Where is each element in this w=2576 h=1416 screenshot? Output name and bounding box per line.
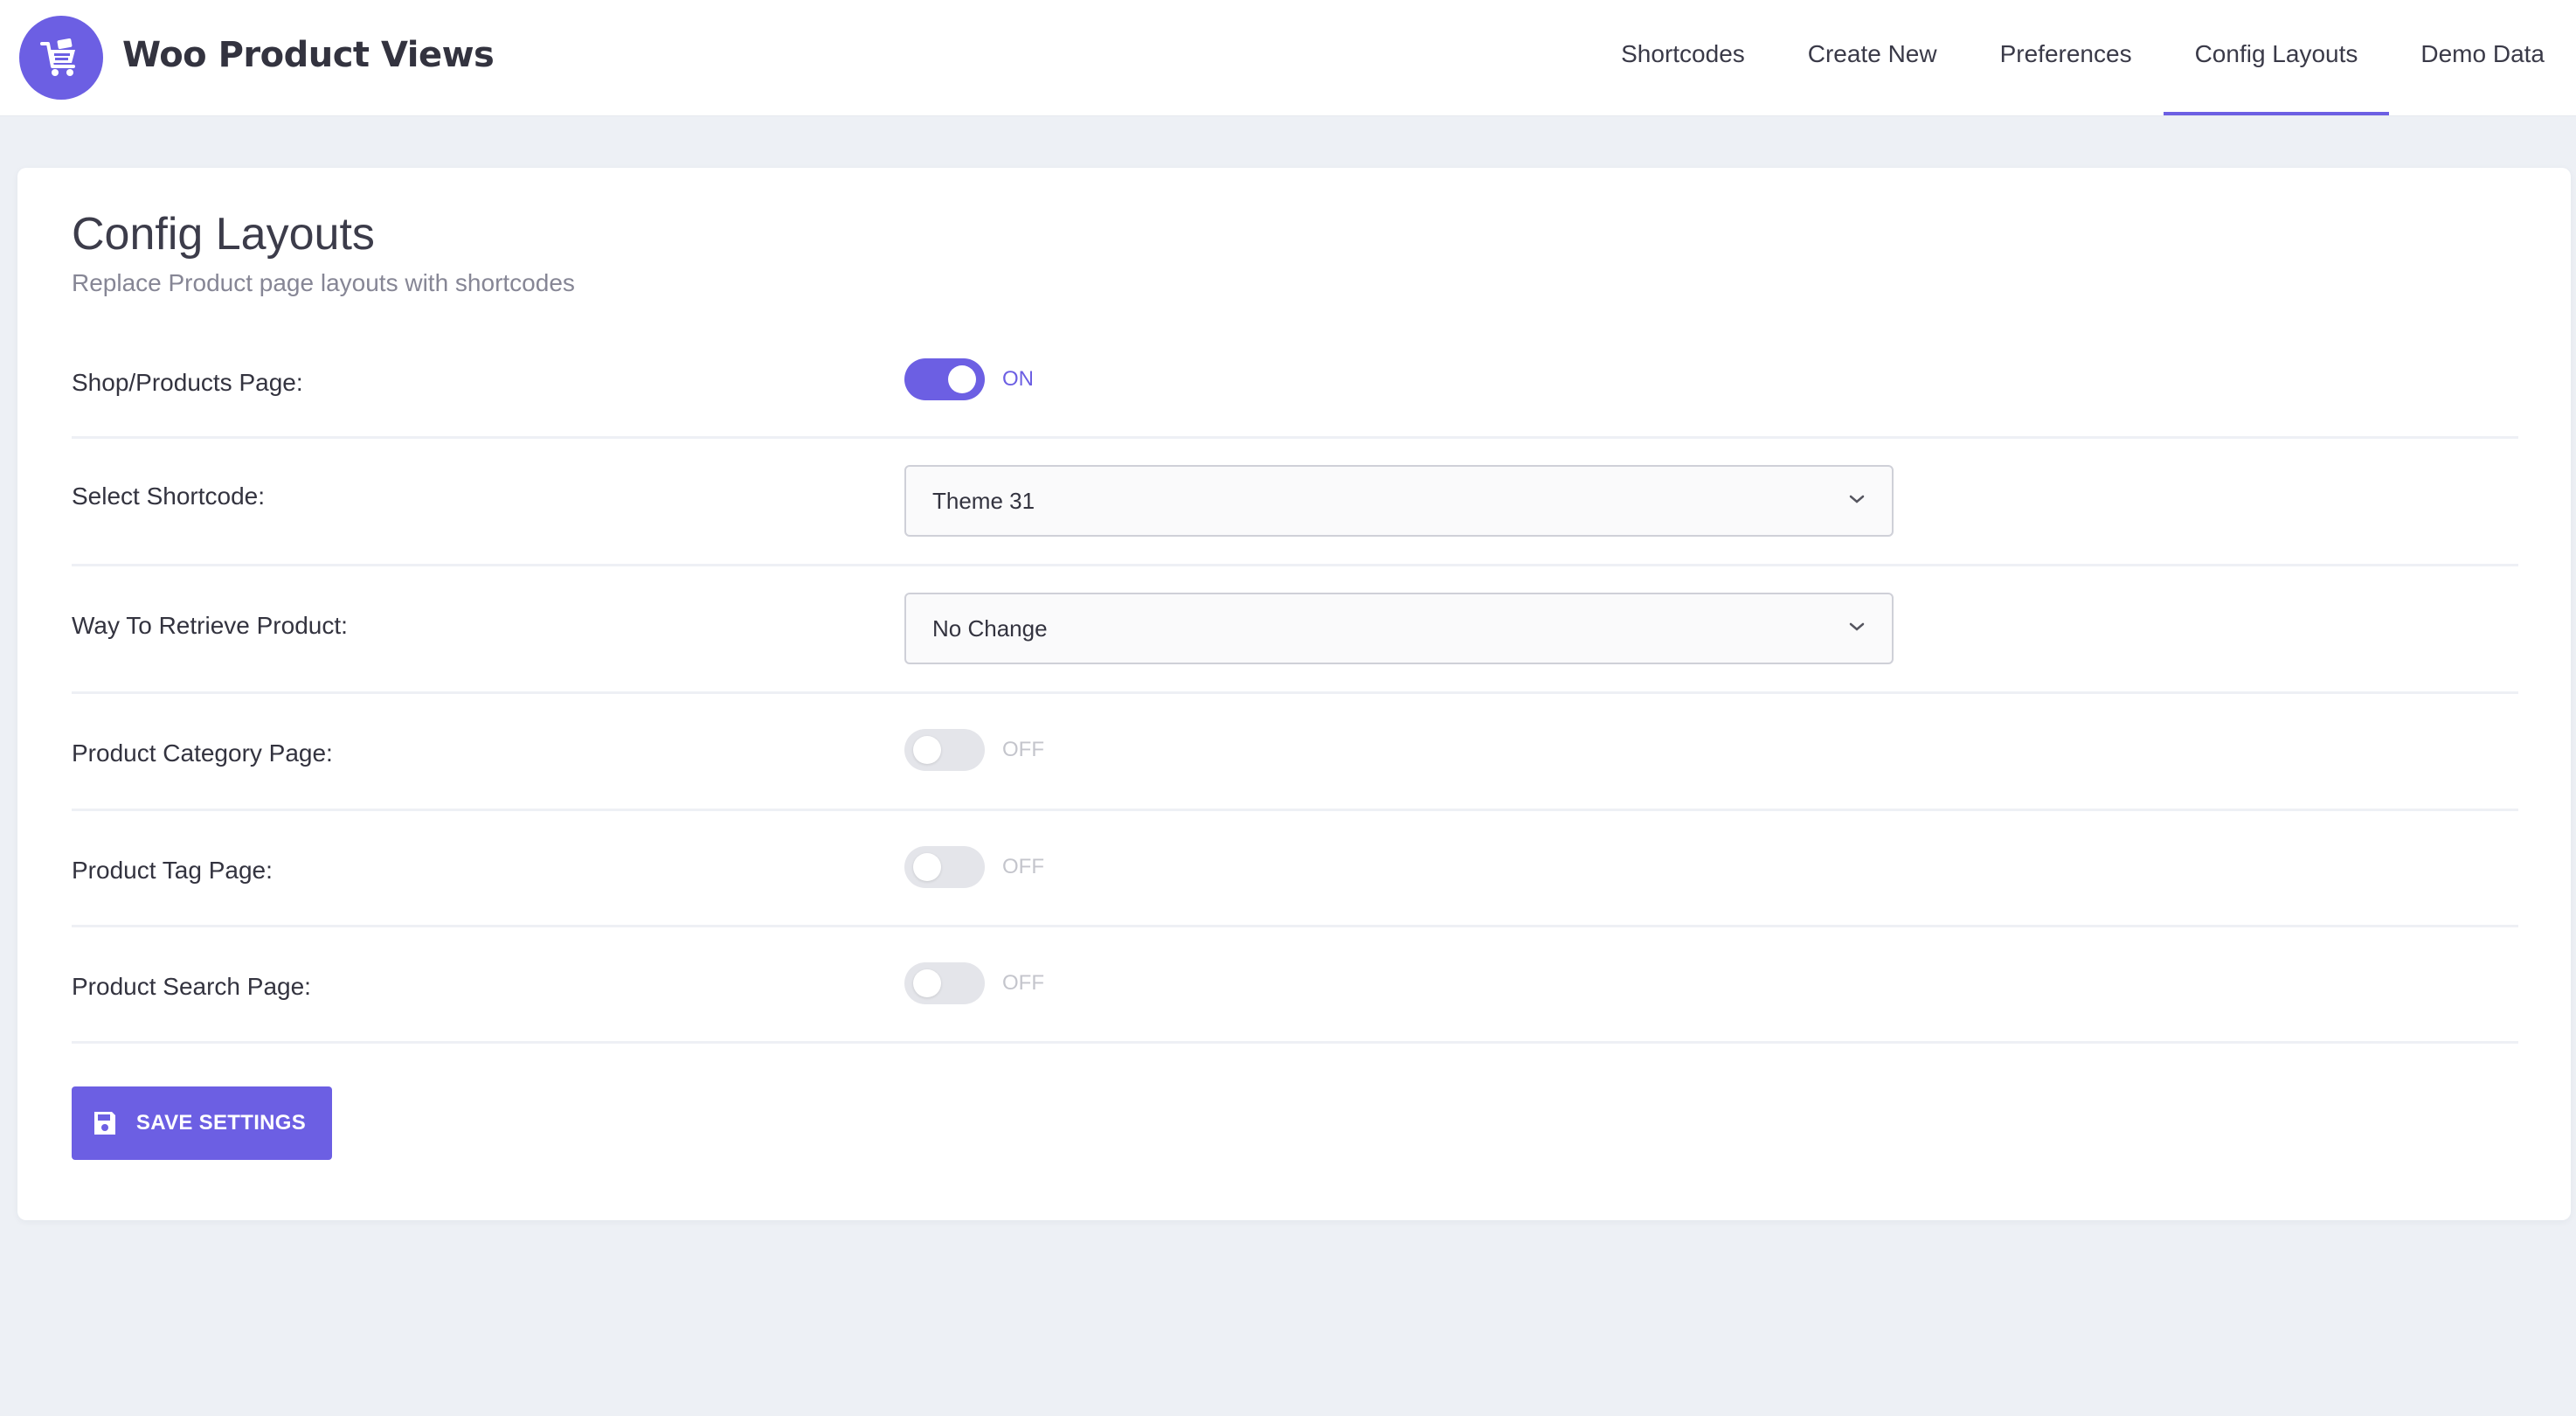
toggle-knob <box>913 969 941 997</box>
search-page-label: Product Search Page: <box>72 973 311 1000</box>
toggle-knob <box>913 853 941 881</box>
tab-create-new[interactable]: Create New <box>1776 0 1969 115</box>
setting-row-search-page: Product Search Page: OFF <box>72 927 2518 1044</box>
category-page-toggle-group: OFF <box>904 729 1044 771</box>
setting-row-tag-page: Product Tag Page: OFF <box>72 811 2518 927</box>
search-page-state: OFF <box>1002 971 1044 995</box>
tab-config-layouts[interactable]: Config Layouts <box>2163 0 2390 115</box>
toggle-knob <box>948 365 976 393</box>
retrieve-product-dropdown[interactable]: No Change <box>904 593 1894 664</box>
tag-page-toggle[interactable] <box>904 846 985 888</box>
save-settings-button[interactable]: SAVE SETTINGS <box>72 1086 332 1160</box>
chevron-down-icon <box>1849 495 1865 503</box>
select-shortcode-label: Select Shortcode: <box>72 482 266 510</box>
tag-page-state: OFF <box>1002 855 1044 878</box>
save-settings-label: SAVE SETTINGS <box>135 1111 307 1135</box>
floppy-disk-icon <box>93 1112 115 1135</box>
select-shortcode-value: Theme 31 <box>932 487 1035 514</box>
category-page-toggle[interactable] <box>904 729 985 771</box>
retrieve-product-value: No Change <box>932 614 1048 642</box>
tab-shortcodes[interactable]: Shortcodes <box>1589 0 1776 115</box>
category-page-state: OFF <box>1002 738 1044 761</box>
tab-preferences[interactable]: Preferences <box>1969 0 2164 115</box>
shop-page-toggle[interactable] <box>904 358 985 400</box>
toggle-knob <box>913 736 941 764</box>
page-title: Config Layouts <box>72 209 375 260</box>
setting-row-retrieve-product: Way To Retrieve Product: No Change <box>72 566 2518 694</box>
page-subtitle: Replace Product page layouts with shortc… <box>72 269 575 296</box>
tag-page-label: Product Tag Page: <box>72 857 273 884</box>
settings-card: Config Layouts Replace Product page layo… <box>17 168 2571 1220</box>
app-logo[interactable] <box>19 16 103 100</box>
tag-page-toggle-group: OFF <box>904 846 1044 888</box>
top-header: Woo Product Views Shortcodes Create New … <box>0 0 2576 115</box>
shopping-cart-icon <box>40 38 75 76</box>
setting-row-category-page: Product Category Page: OFF <box>72 694 2518 811</box>
retrieve-product-label: Way To Retrieve Product: <box>72 612 348 639</box>
main-nav: Shortcodes Create New Preferences Config… <box>1589 0 2576 115</box>
settings-form: Shop/Products Page: ON Select Shortcode:… <box>72 336 2518 1044</box>
shop-page-state: ON <box>1002 367 1034 391</box>
tab-demo-data[interactable]: Demo Data <box>2389 0 2576 115</box>
setting-row-shop-page: Shop/Products Page: ON <box>72 336 2518 439</box>
shop-page-toggle-group: ON <box>904 358 1034 400</box>
select-shortcode-dropdown[interactable]: Theme 31 <box>904 465 1894 537</box>
app-title: Woo Product Views <box>122 35 495 75</box>
shop-page-label: Shop/Products Page: <box>72 369 303 396</box>
search-page-toggle-group: OFF <box>904 962 1044 1004</box>
chevron-down-icon <box>1849 622 1865 631</box>
search-page-toggle[interactable] <box>904 962 985 1004</box>
setting-row-select-shortcode: Select Shortcode: Theme 31 <box>72 439 2518 566</box>
category-page-label: Product Category Page: <box>72 739 333 767</box>
